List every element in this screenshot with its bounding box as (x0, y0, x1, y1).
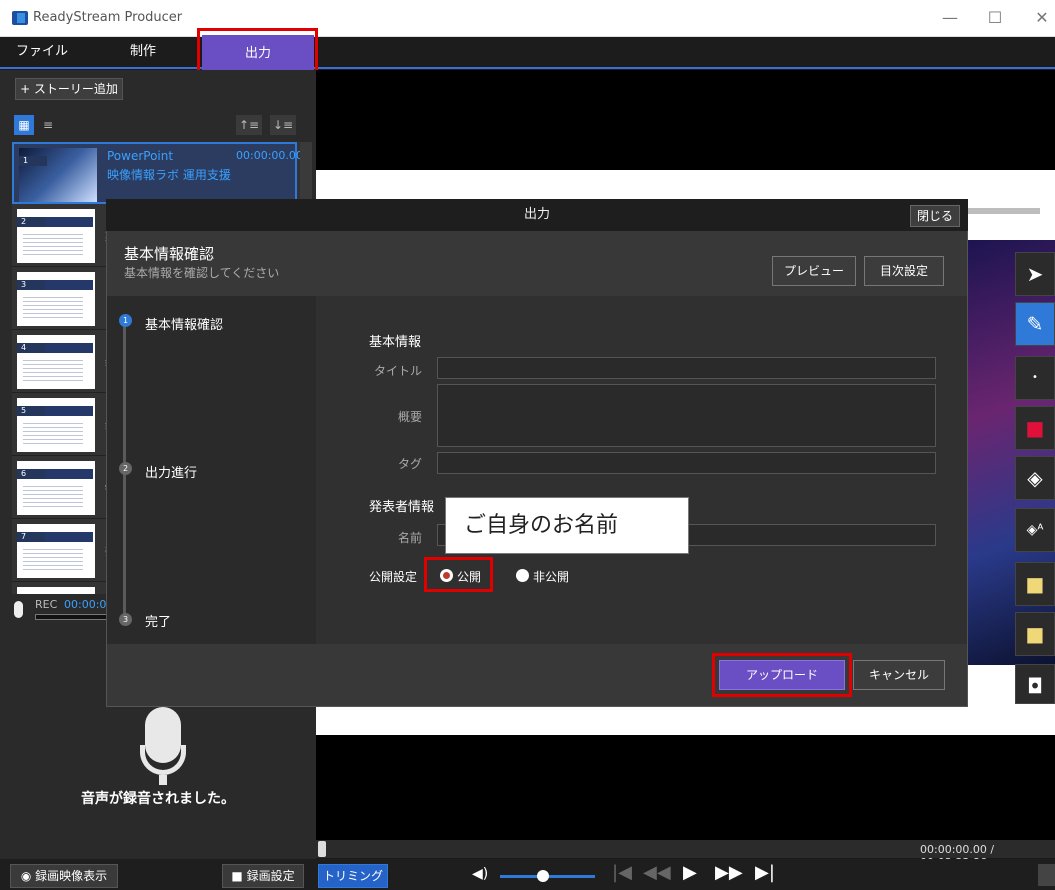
fast-forward-icon[interactable]: ▶▶ (715, 862, 743, 883)
highlight-box-public (424, 557, 493, 592)
preview-top (316, 70, 1055, 170)
summary-label: 概要 (397, 410, 422, 424)
slide-thumbnail: 2 (17, 209, 95, 263)
title-input[interactable] (437, 357, 936, 379)
skip-start-icon[interactable]: |◀ (612, 862, 632, 883)
name-label: 名前 (397, 531, 422, 545)
slide-kind: PowerPoint (107, 149, 174, 163)
title-label: タイトル (373, 364, 422, 378)
section-presenter: 発表者情報 (369, 500, 435, 515)
sticky-note-icon[interactable]: ■ (1015, 562, 1055, 606)
radio-private[interactable] (516, 569, 529, 582)
show-recorded-video-button[interactable]: ◉ 録画映像表示 (10, 864, 118, 888)
trimming-button[interactable]: トリミング (318, 864, 388, 888)
step-label-2: 出力進行 (145, 466, 198, 481)
step-label-1: 基本情報確認 (145, 318, 224, 333)
list-view-icon[interactable]: ≡ (38, 115, 58, 135)
slide-thumbnail: 4 (17, 335, 95, 389)
slide-number: 3 (17, 280, 45, 290)
play-icon[interactable]: ▶ (683, 862, 697, 883)
eye-icon: ◉ (20, 869, 36, 883)
move-down-icon[interactable]: ↓≡ (270, 115, 296, 135)
volume-knob[interactable] (537, 870, 549, 882)
app-title: ReadyStream Producer (33, 10, 183, 25)
rec-time: 00:00:0 (64, 598, 107, 611)
slide-time: 00:00:00.00 (236, 149, 303, 162)
slide-number: 4 (17, 343, 45, 353)
skip-end-icon[interactable]: ▶| (755, 862, 775, 883)
add-sticky-note-icon[interactable]: ■ (1015, 612, 1055, 656)
rec-settings-label: 録画設定 (246, 869, 295, 883)
app-logo-icon (12, 11, 28, 25)
cancel-button[interactable]: キャンセル (853, 660, 945, 690)
rec-label: REC (35, 598, 58, 611)
menu-file[interactable]: ファイル (14, 37, 70, 69)
slide-thumbnail: 3 (17, 272, 95, 326)
slide-thumbnail: 8 (17, 587, 95, 594)
maximize-button[interactable]: ☐ (985, 8, 1005, 27)
menu-create[interactable]: 制作 (118, 37, 168, 69)
slide-name: 映像情報ラボ 運用支援 (107, 168, 231, 182)
grid-view-icon[interactable]: ▦ (14, 115, 34, 135)
step-indicator-2: 2 (119, 462, 132, 475)
rewind-icon[interactable]: ◀◀ (643, 862, 671, 883)
microphone-base-icon (159, 775, 167, 785)
recording-settings-button[interactable]: ■ 録画設定 (222, 864, 304, 888)
tags-input[interactable] (437, 452, 936, 474)
dialog-heading: 基本情報確認 (124, 245, 215, 263)
step-panel (107, 296, 316, 644)
radio-private-label[interactable]: 非公開 (533, 568, 569, 585)
camera-icon[interactable]: ◘ (1015, 664, 1055, 704)
dialog-subheading: 基本情報を確認してください (124, 266, 280, 280)
dialog-title: 出力 (106, 199, 968, 231)
step-label-3: 完了 (145, 615, 172, 630)
pen-size-icon[interactable]: • (1015, 356, 1055, 400)
preview-button[interactable]: プレビュー (772, 256, 856, 286)
fullscreen-icon[interactable] (1038, 864, 1055, 886)
pen-tool-icon[interactable]: ✎ (1015, 302, 1055, 346)
timeline-playhead[interactable] (318, 841, 326, 857)
highlight-box-upload (712, 653, 852, 697)
slide-number: 1 (19, 156, 47, 166)
eraser-icon[interactable]: ◈ (1015, 456, 1055, 500)
slide-thumbnail: 5 (17, 398, 95, 452)
dialog-close-button[interactable]: 閉じる (910, 205, 960, 227)
audio-recorded-message: 音声が録音されました。 (81, 791, 235, 807)
list-item[interactable]: 1 PowerPoint 映像情報ラボ 運用支援 00:00:00.00 (12, 142, 303, 204)
publish-label: 公開設定 (369, 570, 418, 584)
color-picker-icon[interactable]: ■ (1015, 406, 1055, 450)
step-indicator-3: 3 (119, 613, 132, 626)
rec-level-bar (35, 614, 110, 620)
show-video-label: 録画映像表示 (35, 869, 108, 883)
eraser-all-icon[interactable]: ◈ᴬ (1015, 508, 1055, 552)
slide-number: 6 (17, 469, 45, 479)
step-indicator-1: 1 (119, 314, 132, 327)
minimize-button[interactable]: — (940, 8, 960, 27)
toc-settings-button[interactable]: 目次設定 (864, 256, 944, 286)
slide-thumbnail: 6 (17, 461, 95, 515)
microphone-icon (14, 601, 23, 618)
pointer-tool-icon[interactable]: ➤ (1015, 252, 1055, 296)
camera-small-icon: ■ (231, 869, 247, 883)
add-story-button[interactable]: + ストーリー追加 (15, 78, 123, 100)
name-callout: ご自身のお名前 (445, 497, 689, 554)
section-basic-info: 基本情報 (369, 335, 422, 350)
slide-number: 7 (17, 532, 45, 542)
slide-number: 5 (17, 406, 45, 416)
volume-icon[interactable]: ◀) (472, 866, 488, 882)
slide-thumbnail: 1 (19, 148, 97, 202)
slide-number: 2 (17, 217, 45, 227)
close-window-button[interactable]: ✕ (1032, 8, 1052, 27)
summary-textarea[interactable] (437, 384, 936, 447)
slide-thumbnail: 7 (17, 524, 95, 578)
preview-slide-line (960, 208, 1040, 214)
move-up-icon[interactable]: ↑≡ (236, 115, 262, 135)
preview-bottom (316, 735, 1055, 840)
tags-label: タグ (397, 457, 422, 471)
